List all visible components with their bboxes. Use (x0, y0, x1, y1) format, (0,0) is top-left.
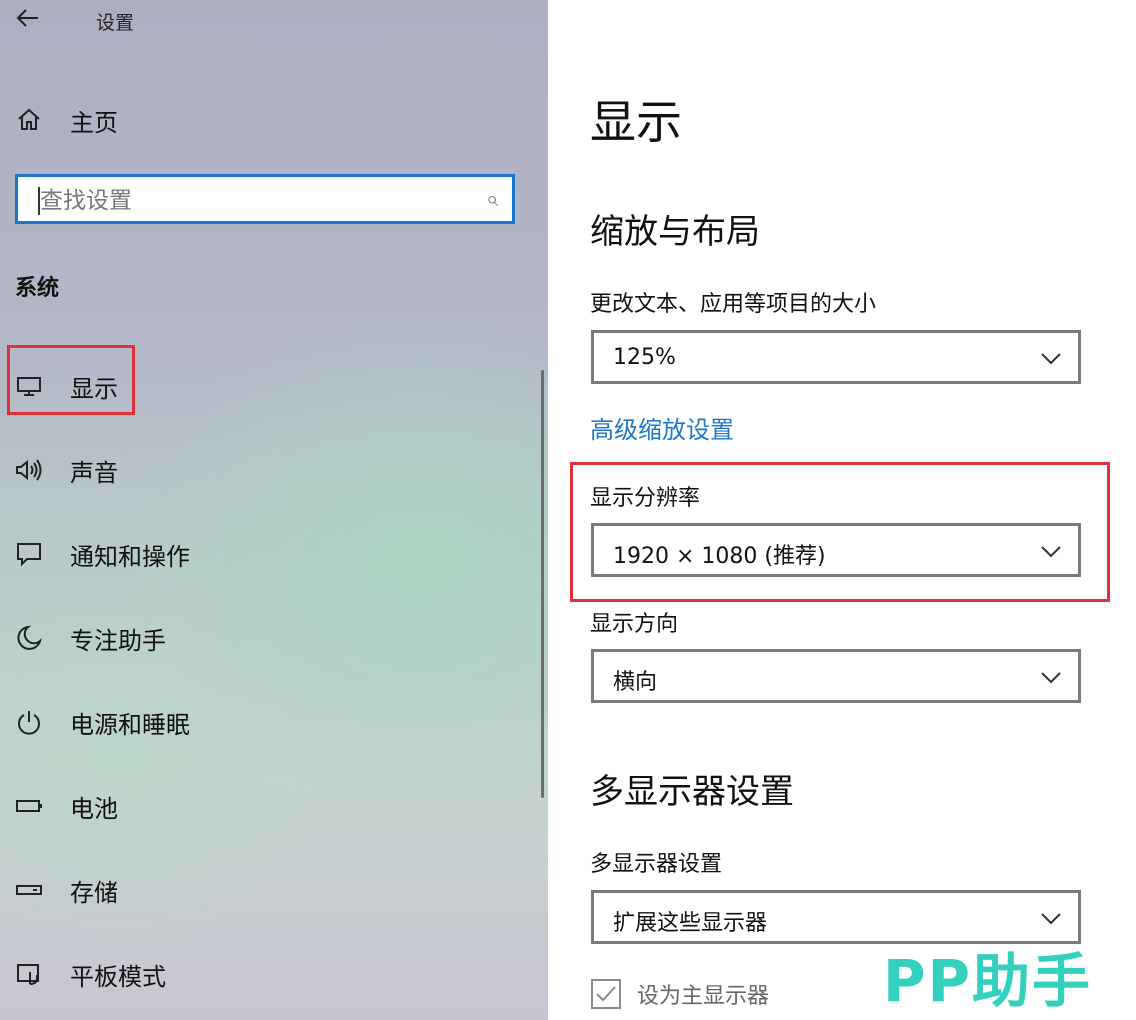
speaker-icon (12, 453, 46, 487)
tablet-mode-icon (12, 957, 46, 991)
sidebar-item-display[interactable]: 显示 (0, 358, 540, 414)
primary-display-label: 设为主显示器 (637, 984, 770, 1009)
window-title: 设置 (96, 12, 135, 34)
sidebar-item-storage[interactable]: 存储 (0, 862, 540, 918)
chevron-down-icon (1041, 546, 1061, 558)
orientation-label: 显示方向 (590, 612, 679, 637)
section-title-scale-layout: 缩放与布局 (590, 212, 760, 252)
resolution-value: 1920 × 1080 (推荐) (613, 544, 826, 569)
orientation-value: 横向 (613, 670, 658, 695)
sidebar-item-notifications[interactable]: 通知和操作 (0, 526, 540, 582)
search-input[interactable] (38, 185, 462, 217)
sidebar-item-label: 电池 (70, 794, 118, 823)
sidebar-item-label: 声音 (70, 458, 118, 487)
sidebar-item-focus-assist[interactable]: 专注助手 (0, 610, 540, 666)
sidebar: 设置 主页 ⌕ 系统 显示 声音 通知和操作 专注助手 (0, 0, 548, 1020)
sidebar-scrollbar[interactable] (541, 370, 544, 798)
chevron-down-icon (1041, 672, 1061, 684)
sidebar-item-label: 通知和操作 (70, 542, 190, 571)
group-label-system: 系统 (15, 276, 60, 301)
sidebar-item-label: 存储 (70, 878, 118, 907)
primary-display-checkbox-row[interactable]: 设为主显示器 (591, 976, 769, 1012)
search-icon[interactable]: ⌕ (486, 187, 498, 212)
back-arrow-icon[interactable] (14, 4, 44, 34)
sidebar-item-power-sleep[interactable]: 电源和睡眠 (0, 694, 540, 750)
checkmark-icon (596, 986, 616, 1002)
sidebar-item-label: 主页 (70, 108, 118, 137)
sidebar-item-tablet-mode[interactable]: 平板模式 (0, 946, 540, 1002)
section-title-multi-display: 多显示器设置 (590, 772, 794, 812)
sidebar-item-sound[interactable]: 声音 (0, 442, 540, 498)
orientation-dropdown[interactable]: 横向 (591, 649, 1081, 703)
resolution-dropdown[interactable]: 1920 × 1080 (推荐) (591, 523, 1081, 577)
sidebar-item-home[interactable]: 主页 (0, 92, 540, 148)
advanced-scaling-link[interactable]: 高级缩放设置 (590, 410, 734, 445)
watermark-logo: PP助手 (883, 947, 1093, 1015)
sidebar-item-label: 平板模式 (70, 962, 166, 991)
moon-icon (12, 621, 46, 655)
storage-icon (12, 873, 46, 907)
primary-display-checkbox[interactable] (591, 979, 621, 1009)
sidebar-item-battery[interactable]: 电池 (0, 778, 540, 834)
sidebar-item-label: 专注助手 (70, 626, 166, 655)
message-icon (12, 537, 46, 571)
chevron-down-icon (1041, 353, 1061, 365)
scale-label: 更改文本、应用等项目的大小 (590, 292, 877, 317)
chevron-down-icon (1041, 913, 1061, 925)
sidebar-item-label: 显示 (70, 374, 118, 403)
multi-display-label: 多显示器设置 (590, 852, 723, 877)
monitor-icon (12, 369, 46, 403)
home-icon (12, 103, 46, 137)
search-box[interactable]: ⌕ (15, 174, 515, 224)
scale-value: 125% (613, 345, 676, 370)
resolution-label: 显示分辨率 (590, 486, 701, 511)
power-icon (12, 705, 46, 739)
page-title: 显示 (590, 95, 682, 149)
battery-icon (12, 789, 46, 823)
scale-dropdown[interactable]: 125% (591, 330, 1081, 384)
multi-display-value: 扩展这些显示器 (613, 911, 768, 936)
sidebar-item-label: 电源和睡眠 (70, 710, 190, 739)
